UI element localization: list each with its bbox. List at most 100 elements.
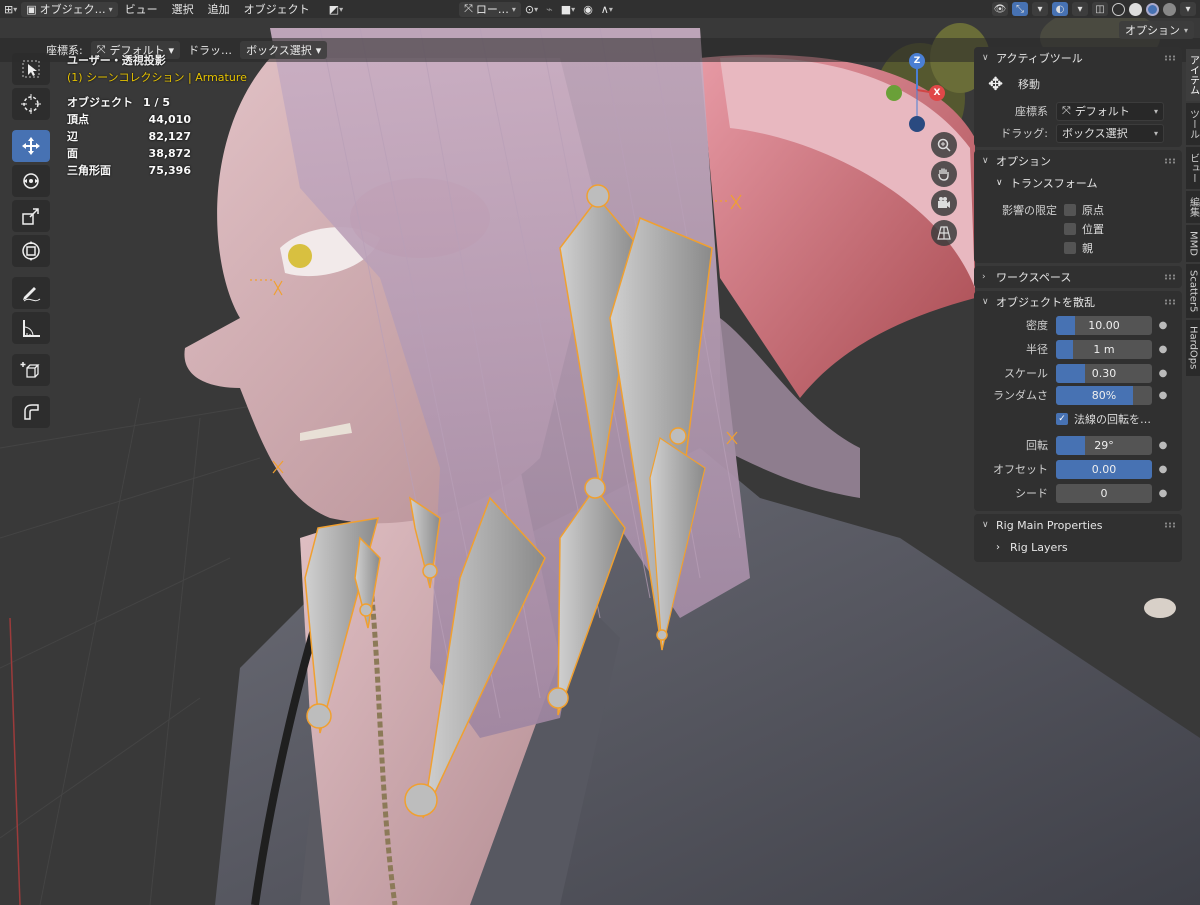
radius-row: 半径 1 m ● bbox=[974, 337, 1182, 361]
tab-edit[interactable]: 編集 bbox=[1186, 191, 1200, 223]
active-tool-name: 移動 bbox=[1018, 78, 1040, 91]
chevron-down-icon: ▾ bbox=[1153, 128, 1158, 138]
drag-grip-icon[interactable] bbox=[1164, 158, 1176, 164]
shading-dropdown-icon[interactable]: ▾ bbox=[1180, 2, 1196, 16]
select-box-tool[interactable] bbox=[12, 53, 50, 85]
menu-add[interactable]: 追加 bbox=[201, 1, 237, 17]
measure-tool[interactable] bbox=[12, 312, 50, 344]
rotation-slider[interactable]: 29° bbox=[1056, 435, 1152, 455]
scale-slider[interactable]: 0.30 bbox=[1056, 363, 1152, 383]
snap-target-icon[interactable]: ■ ▾ bbox=[557, 1, 579, 17]
overlay-dropdown-icon[interactable]: ▾ bbox=[1072, 2, 1088, 16]
move-icon: ✥ bbox=[988, 73, 1004, 95]
tab-item[interactable]: アイテム bbox=[1186, 49, 1200, 101]
active-tool-header[interactable]: ∨ アクティブツール bbox=[974, 47, 1182, 69]
affect-parent-checkbox[interactable] bbox=[1064, 241, 1076, 254]
stat-value: 82,127 bbox=[148, 130, 191, 143]
tab-scatter5[interactable]: Scatter5 bbox=[1186, 263, 1200, 319]
falloff-icon[interactable]: ∧ ▾ bbox=[597, 1, 617, 17]
pan-button[interactable] bbox=[931, 161, 957, 187]
affect-location-checkbox[interactable] bbox=[1064, 222, 1076, 235]
tab-view[interactable]: ビュー bbox=[1186, 147, 1200, 189]
menu-object[interactable]: オブジェクト bbox=[237, 1, 317, 17]
viewport-stats-overlay: ユーザー・透視投影 (1) シーンコレクション | Armature オブジェク… bbox=[67, 52, 247, 179]
radius-slider[interactable]: 1 m bbox=[1056, 339, 1152, 359]
chevron-down-icon: ▾ bbox=[1153, 106, 1158, 116]
drag-dropdown[interactable]: ボックス選択 ▾ bbox=[240, 41, 328, 59]
keyframe-dot-icon[interactable]: ● bbox=[1158, 368, 1168, 379]
menu-view[interactable]: ビュー bbox=[118, 1, 165, 17]
gizmo-toggle-icon[interactable]: ⤡ bbox=[1012, 2, 1028, 16]
add-cube-tool[interactable] bbox=[12, 354, 50, 386]
tab-tool[interactable]: ツール bbox=[1186, 103, 1200, 145]
zoom-button[interactable] bbox=[931, 132, 957, 158]
editor-type-icon[interactable]: ⊞ ▾ bbox=[0, 1, 21, 17]
keyframe-dot-icon[interactable]: ● bbox=[1158, 344, 1168, 355]
offset-slider[interactable]: 0.00 bbox=[1056, 459, 1152, 479]
normal-rotation-checkbox[interactable]: ✓ bbox=[1056, 413, 1068, 425]
workspace-panel: › ワークスペース bbox=[974, 266, 1182, 288]
overlay-toggle-icon[interactable]: ◐ bbox=[1052, 2, 1068, 16]
tab-hardops[interactable]: HardOps bbox=[1186, 320, 1200, 376]
rig-main-header[interactable]: ∨ Rig Main Properties bbox=[974, 514, 1182, 536]
menu-select[interactable]: 選択 bbox=[165, 1, 201, 17]
bend-tool[interactable] bbox=[12, 396, 50, 428]
keyframe-dot-icon[interactable]: ● bbox=[1158, 488, 1168, 499]
randomness-slider[interactable]: 80% bbox=[1056, 385, 1152, 405]
affect-origin-checkbox[interactable] bbox=[1064, 203, 1076, 216]
gizmo-z-axis[interactable]: Z bbox=[909, 53, 925, 69]
drag-grip-icon[interactable] bbox=[1164, 522, 1176, 528]
density-slider[interactable]: 10.00 bbox=[1056, 315, 1152, 335]
camera-view-button[interactable] bbox=[931, 190, 957, 216]
xray-icon[interactable]: ◫ bbox=[1092, 2, 1108, 16]
scatter-header[interactable]: ∨ オブジェクトを散乱 bbox=[974, 291, 1182, 313]
coord-dropdown[interactable]: ⤧ デフォルト ▾ bbox=[1056, 101, 1164, 121]
rendered-shading-icon[interactable] bbox=[1163, 2, 1176, 16]
stat-row: 頂点 44,010 bbox=[67, 111, 191, 128]
annotate-tool[interactable] bbox=[12, 277, 50, 309]
camera-icon bbox=[938, 197, 950, 208]
ortho-toggle-button[interactable] bbox=[931, 220, 957, 246]
drag-grip-icon[interactable] bbox=[1164, 55, 1176, 61]
transform-subpanel-header[interactable]: ∨ トランスフォーム bbox=[974, 172, 1182, 194]
scale-tool[interactable] bbox=[12, 200, 50, 232]
chevron-down-icon: ∨ bbox=[996, 178, 1003, 188]
snap-icon[interactable]: ⌁ bbox=[542, 1, 557, 17]
keyframe-dot-icon[interactable]: ● bbox=[1158, 390, 1168, 401]
proportional-edit-icon[interactable]: ◉ bbox=[579, 1, 597, 17]
seed-field[interactable]: 0 bbox=[1056, 483, 1152, 503]
orientation-dropdown[interactable]: ⤧ ロー… ▾ bbox=[459, 1, 521, 17]
drag-dropdown[interactable]: ボックス選択 ▾ bbox=[1056, 123, 1164, 143]
keyframe-dot-icon[interactable]: ● bbox=[1158, 320, 1168, 331]
drag-grip-icon[interactable] bbox=[1164, 299, 1176, 305]
solid-shading-icon[interactable] bbox=[1129, 2, 1142, 16]
move-tool[interactable] bbox=[12, 130, 50, 162]
rig-layers-header[interactable]: › Rig Layers bbox=[974, 536, 1182, 558]
transform-icon bbox=[22, 241, 40, 261]
options-header[interactable]: ∨ オプション bbox=[974, 150, 1182, 172]
gizmo-x-axis[interactable]: X bbox=[929, 85, 945, 101]
grid-perspective-icon bbox=[937, 226, 951, 240]
stat-label: 頂点 bbox=[67, 113, 89, 126]
keyframe-dot-icon[interactable]: ● bbox=[1158, 464, 1168, 475]
options-dropdown[interactable]: オプション ▾ bbox=[1118, 21, 1194, 39]
offset-row: オフセット 0.00 ● bbox=[974, 457, 1182, 481]
rotate-tool[interactable] bbox=[12, 165, 50, 197]
visibility-icon[interactable]: 👁 bbox=[992, 2, 1008, 16]
gizmo-neg-z-axis[interactable] bbox=[909, 116, 925, 132]
tab-mmd[interactable]: MMD bbox=[1186, 225, 1200, 262]
collection-name: (1) シーンコレクション | Armature bbox=[67, 71, 247, 84]
gizmo-y-axis[interactable] bbox=[886, 85, 902, 101]
wireframe-shading-icon[interactable] bbox=[1112, 2, 1125, 16]
workspace-header[interactable]: › ワークスペース bbox=[974, 266, 1182, 288]
pivot-icon[interactable]: ⊙ ▾ bbox=[521, 1, 542, 17]
cursor-tool[interactable] bbox=[12, 88, 50, 120]
drag-grip-icon[interactable] bbox=[1164, 274, 1176, 280]
keyframe-dot-icon[interactable]: ● bbox=[1158, 440, 1168, 451]
active-tool-panel: ∨ アクティブツール ✥ 移動 座標系 ⤧ デフォルト ▾ ドラッグ: ボックス… bbox=[974, 47, 1182, 147]
mode-dropdown[interactable]: ▣ オブジェク… ▾ bbox=[21, 1, 118, 17]
transform-tool[interactable] bbox=[12, 235, 50, 267]
gizmo-dropdown-icon[interactable]: ▾ bbox=[1032, 2, 1048, 16]
gpencil-icon[interactable]: ◩ ▾ bbox=[325, 1, 347, 17]
material-shading-icon[interactable] bbox=[1146, 2, 1159, 16]
